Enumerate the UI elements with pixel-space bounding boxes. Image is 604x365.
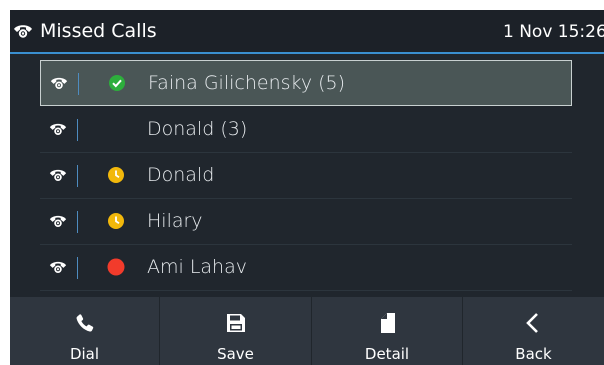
call-row[interactable]: Donald (3) bbox=[40, 107, 572, 153]
phone-icon bbox=[73, 311, 97, 335]
page-title: Missed Calls bbox=[40, 20, 157, 42]
missed-call-icon bbox=[49, 166, 67, 184]
caller-name: Donald bbox=[147, 164, 215, 186]
back-button[interactable]: Back bbox=[463, 297, 604, 365]
separator bbox=[77, 119, 78, 141]
missed-calls-list: Faina Gilichensky (5) Donald (3) Donald … bbox=[10, 54, 604, 297]
call-row[interactable]: Faina Gilichensky (5) bbox=[40, 60, 572, 106]
chevron-left-icon bbox=[521, 311, 545, 335]
dial-label: Dial bbox=[69, 345, 100, 363]
dial-button[interactable]: Dial bbox=[10, 297, 160, 365]
available-check-icon bbox=[108, 74, 126, 92]
floppy-disk-icon bbox=[224, 311, 248, 335]
separator bbox=[78, 73, 79, 95]
document-icon bbox=[376, 311, 400, 335]
phone-display: Missed Calls 1 Nov 15:26 Faina Gilichens… bbox=[0, 0, 604, 365]
caller-name: Hilary bbox=[147, 210, 203, 232]
missed-call-icon bbox=[50, 74, 68, 92]
save-button[interactable]: Save bbox=[160, 297, 312, 365]
call-row[interactable]: Hilary bbox=[40, 199, 572, 245]
missed-call-icon bbox=[49, 120, 67, 138]
caller-name: Faina Gilichensky (5) bbox=[148, 72, 346, 94]
title-bar: Missed Calls 1 Nov 15:26 bbox=[10, 10, 604, 54]
detail-label: Detail bbox=[364, 345, 410, 363]
call-row[interactable]: Ami Lahav bbox=[40, 245, 572, 291]
separator bbox=[77, 211, 78, 233]
missed-call-icon bbox=[49, 258, 67, 276]
caller-name: Donald (3) bbox=[147, 118, 248, 140]
caller-name: Ami Lahav bbox=[147, 256, 247, 278]
missed-call-icon bbox=[13, 21, 33, 41]
missed-call-icon bbox=[49, 212, 67, 230]
away-clock-icon bbox=[107, 166, 125, 184]
date-time: 1 Nov 15:26 bbox=[503, 22, 604, 42]
away-clock-icon bbox=[107, 212, 125, 230]
softkey-bar: Dial Save Detail Back bbox=[10, 297, 604, 365]
separator bbox=[77, 165, 78, 187]
detail-button[interactable]: Detail bbox=[312, 297, 463, 365]
save-label: Save bbox=[217, 345, 254, 363]
busy-dot-icon bbox=[107, 258, 125, 276]
call-row[interactable]: Donald bbox=[40, 153, 572, 199]
separator bbox=[77, 257, 78, 279]
screen: Missed Calls 1 Nov 15:26 Faina Gilichens… bbox=[10, 10, 604, 365]
back-label: Back bbox=[515, 345, 552, 363]
